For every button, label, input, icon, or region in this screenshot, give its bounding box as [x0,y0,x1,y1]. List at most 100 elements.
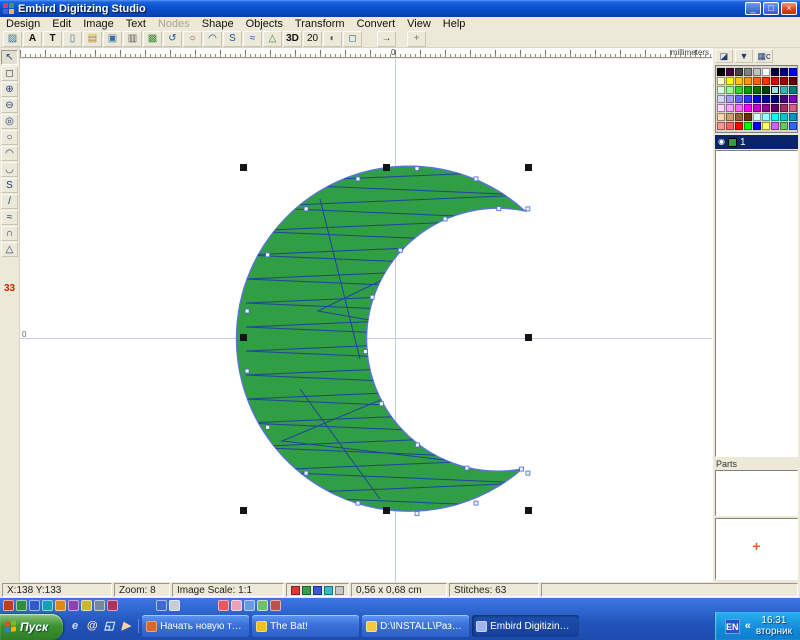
palette-color-3[interactable] [744,68,752,76]
task-button-2[interactable]: D:\INSTALL\Разное\Embird [362,615,469,637]
show-desktop-icon[interactable]: ◱ [102,619,116,633]
taskbar-small-icon-7[interactable] [94,600,105,611]
maximize-button[interactable]: □ [763,2,779,15]
palette-color-21[interactable] [744,86,752,94]
menu-image[interactable]: Image [77,18,120,30]
outline-node[interactable] [380,402,384,406]
internet-explorer-icon[interactable]: e [68,619,82,633]
tray-collapse-chevron[interactable]: « [745,620,751,632]
palette-color-28[interactable] [726,95,734,103]
toolbar-save-design[interactable]: ▣ [103,31,122,47]
outline-node[interactable] [526,471,530,475]
outline-node[interactable] [356,501,360,505]
palette-color-34[interactable] [780,95,788,103]
selection-handle[interactable] [240,164,247,171]
palette-color-20[interactable] [735,86,743,94]
toolbar-three-d-view[interactable]: 3D [283,31,302,47]
tool-arc-down[interactable]: ◡ [1,162,18,177]
palette-color-10[interactable] [726,77,734,85]
taskbar-small-icon-5[interactable] [68,600,79,611]
palette-color-11[interactable] [735,77,743,85]
palette-color-24[interactable] [771,86,779,94]
tool-triangle[interactable]: △ [1,242,18,257]
parts-list-area[interactable] [715,470,798,516]
object-list-row[interactable]: ◉ 1 [715,135,798,149]
selection-handle[interactable] [525,334,532,341]
toolbar-wave-tool[interactable]: ≈ [243,31,262,47]
toolbar-step-forward[interactable]: → [377,31,396,47]
palette-color-18[interactable] [717,86,725,94]
palette-color-41[interactable] [762,104,770,112]
taskbar-small-icon-10[interactable] [156,600,167,611]
palette-color-4[interactable] [753,68,761,76]
palette-color-52[interactable] [780,113,788,121]
palette-color-27[interactable] [717,95,725,103]
palette-color-55[interactable] [726,122,734,130]
palette-color-60[interactable] [771,122,779,130]
palette-color-22[interactable] [753,86,761,94]
palette-color-2[interactable] [735,68,743,76]
palette-color-12[interactable] [744,77,752,85]
toolbar-arc-tool[interactable]: ◠ [203,31,222,47]
tool-pan[interactable]: ◎ [1,114,18,129]
toolbar-import-image[interactable]: ▩ [143,31,162,47]
palette-color-0[interactable] [717,68,725,76]
media-player-icon[interactable]: ▶ [119,619,133,633]
crescent-design-object[interactable] [236,166,525,511]
menu-edit[interactable]: Edit [46,18,77,30]
palette-color-9[interactable] [717,77,725,85]
start-button[interactable]: Пуск [0,614,63,640]
taskbar-small-icon-6[interactable] [81,600,92,611]
selection-handle[interactable] [383,507,390,514]
palette-color-23[interactable] [762,86,770,94]
tool-zoom-in[interactable]: ⊕ [1,82,18,97]
palette-color-51[interactable] [771,113,779,121]
toolbar-measure-tool[interactable]: ◻ [343,31,362,47]
toolbar-grid-20[interactable]: 20 [303,31,322,47]
toolbar-outline-tool[interactable]: △ [263,31,282,47]
toolbar-shading-tool[interactable]: ◐ [323,31,342,47]
palette-color-43[interactable] [780,104,788,112]
tool-zoom-out[interactable]: ⊖ [1,98,18,113]
outline-node[interactable] [415,443,419,447]
toolbar-text-t-tool[interactable]: T [43,31,62,47]
taskbar-small-icon-0[interactable] [3,600,14,611]
tool-select[interactable]: ↖ [1,50,18,65]
mail-icon[interactable]: @ [85,619,99,633]
toolbar-print-design[interactable]: ▥ [123,31,142,47]
palette-color-46[interactable] [726,113,734,121]
palette-dropdown[interactable]: ▼ [735,49,753,63]
menu-help[interactable]: Help [437,18,472,30]
palette-color-17[interactable] [789,77,797,85]
taskbar-small-icon-17[interactable] [270,600,281,611]
taskbar-small-icon-14[interactable] [231,600,242,611]
outline-node[interactable] [474,501,478,505]
palette-color-53[interactable] [789,113,797,121]
palette-color-35[interactable] [789,95,797,103]
toolbar-new-design[interactable]: ▯ [63,31,82,47]
selection-handle[interactable] [240,334,247,341]
toolbar-ellipse-tool[interactable]: ○ [183,31,202,47]
toolbar-s-curve-tool[interactable]: S [223,31,242,47]
palette-color-37[interactable] [726,104,734,112]
language-indicator[interactable]: EN [725,619,740,634]
design-svg[interactable] [20,59,712,582]
palette-color-45[interactable] [717,113,725,121]
palette-color-58[interactable] [753,122,761,130]
palette-color-42[interactable] [771,104,779,112]
outline-node[interactable] [398,248,402,252]
outline-node[interactable] [266,253,270,257]
taskbar-small-icon-1[interactable] [16,600,27,611]
palette-color-15[interactable] [771,77,779,85]
tool-line[interactable]: / [1,194,18,209]
palette-color-8[interactable] [789,68,797,76]
menu-design[interactable]: Design [0,18,46,30]
outline-node[interactable] [415,167,419,171]
tool-freehand[interactable]: ≈ [1,210,18,225]
palette-color-19[interactable] [726,86,734,94]
task-button-3[interactable]: Embird Digitizing Stud... [472,615,579,637]
menu-view[interactable]: View [401,18,437,30]
palette-color-7[interactable] [780,68,788,76]
tool-arc-up[interactable]: ◠ [1,146,18,161]
outline-node[interactable] [364,350,368,354]
